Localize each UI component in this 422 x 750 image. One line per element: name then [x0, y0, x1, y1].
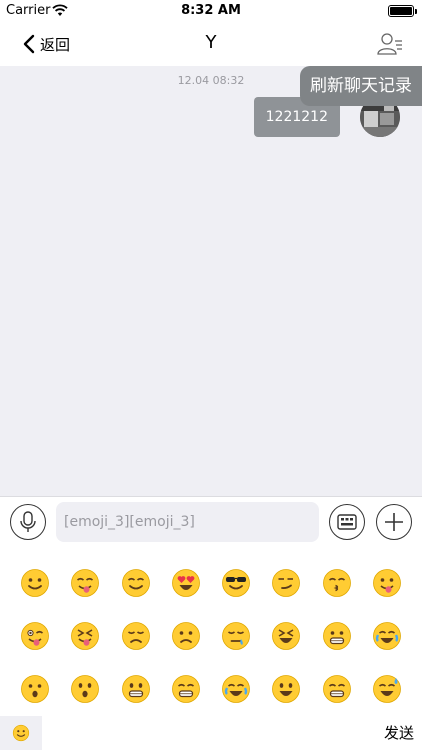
keyboard-icon: [337, 514, 357, 530]
emoji-grinning[interactable]: [10, 556, 60, 609]
winking-tongue-emoji-icon: [21, 621, 50, 650]
message-input[interactable]: [56, 502, 319, 542]
emoji-kissing-closed-eyes[interactable]: [312, 556, 362, 609]
crying-emoji-icon: [372, 621, 401, 650]
tired-emoji-icon: [272, 621, 301, 650]
open-mouth-emoji-icon: [21, 674, 50, 703]
disappointed-emoji-icon: [121, 621, 150, 650]
emoji-smirk[interactable]: [261, 556, 311, 609]
emoji-tongue-out[interactable]: [362, 556, 412, 609]
emoji-grimacing[interactable]: [312, 609, 362, 662]
grimacing-emoji-icon: [322, 621, 351, 650]
emoji-sweat-smile[interactable]: [362, 662, 412, 715]
emoji-savoring[interactable]: [60, 556, 110, 609]
status-time: 8:32 AM: [181, 3, 241, 18]
sleepy-emoji-icon: [222, 621, 251, 650]
bottom-bar: 发送: [0, 716, 422, 750]
smiley-emoji-icon: [272, 674, 301, 703]
grinning-teeth-emoji-icon: [121, 674, 150, 703]
smiley-icon: [12, 724, 30, 742]
emoji-tears-of-joy[interactable]: [211, 662, 261, 715]
send-button[interactable]: 发送: [384, 722, 414, 743]
page-title: Y: [205, 32, 217, 53]
hushed-emoji-icon: [71, 674, 100, 703]
sweat-smile-emoji-icon: [372, 674, 401, 703]
squinting-tongue-emoji-icon: [71, 621, 100, 650]
emoji-beaming[interactable]: [161, 662, 211, 715]
emoji-sleepy[interactable]: [211, 609, 261, 662]
kissing-closed-eyes-emoji-icon: [322, 568, 351, 597]
emoji-smiley[interactable]: [261, 662, 311, 715]
battery-icon: [388, 5, 417, 17]
emoji-relieved[interactable]: [111, 556, 161, 609]
emoji-tired[interactable]: [261, 609, 311, 662]
emoji-grin[interactable]: [312, 662, 362, 715]
more-button[interactable]: [376, 504, 412, 540]
grin-emoji-icon: [322, 674, 351, 703]
grinning-emoji-icon: [21, 568, 50, 597]
relieved-emoji-icon: [121, 568, 150, 597]
emoji-winking-tongue[interactable]: [10, 609, 60, 662]
voice-button[interactable]: [10, 504, 46, 540]
nav-bar: 返回 Y: [0, 22, 422, 66]
plus-icon: [385, 513, 403, 531]
status-bar: Carrier 8:32 AM: [0, 0, 422, 22]
tongue-out-emoji-icon: [372, 568, 401, 597]
emoji-disappointed[interactable]: [111, 609, 161, 662]
keyboard-button[interactable]: [329, 504, 365, 540]
emoji-squinting-tongue[interactable]: [60, 609, 110, 662]
microphone-icon: [20, 511, 36, 532]
smirk-emoji-icon: [272, 568, 301, 597]
refresh-history-button[interactable]: 刷新聊天记录: [300, 66, 422, 106]
emoji-panel: [0, 546, 422, 716]
emoji-grid: [10, 556, 412, 715]
worried-emoji-icon: [171, 621, 200, 650]
emoji-category-tab[interactable]: [0, 716, 42, 750]
user-list-icon[interactable]: [376, 30, 404, 58]
battery-fill: [390, 7, 412, 15]
emoji-sunglasses[interactable]: [211, 556, 261, 609]
input-bar: [0, 496, 422, 546]
emoji-open-mouth[interactable]: [10, 662, 60, 715]
savoring-emoji-icon: [71, 568, 100, 597]
heart-eyes-emoji-icon: [171, 568, 200, 597]
emoji-worried[interactable]: [161, 609, 211, 662]
sunglasses-emoji-icon: [222, 568, 251, 597]
emoji-grinning-teeth[interactable]: [111, 662, 161, 715]
tears-of-joy-emoji-icon: [222, 674, 251, 703]
emoji-heart-eyes[interactable]: [161, 556, 211, 609]
emoji-crying[interactable]: [362, 609, 412, 662]
beaming-emoji-icon: [171, 674, 200, 703]
chat-area[interactable]: 12.04 08:32 1221212 刷新聊天记录: [0, 66, 422, 496]
emoji-hushed[interactable]: [60, 662, 110, 715]
